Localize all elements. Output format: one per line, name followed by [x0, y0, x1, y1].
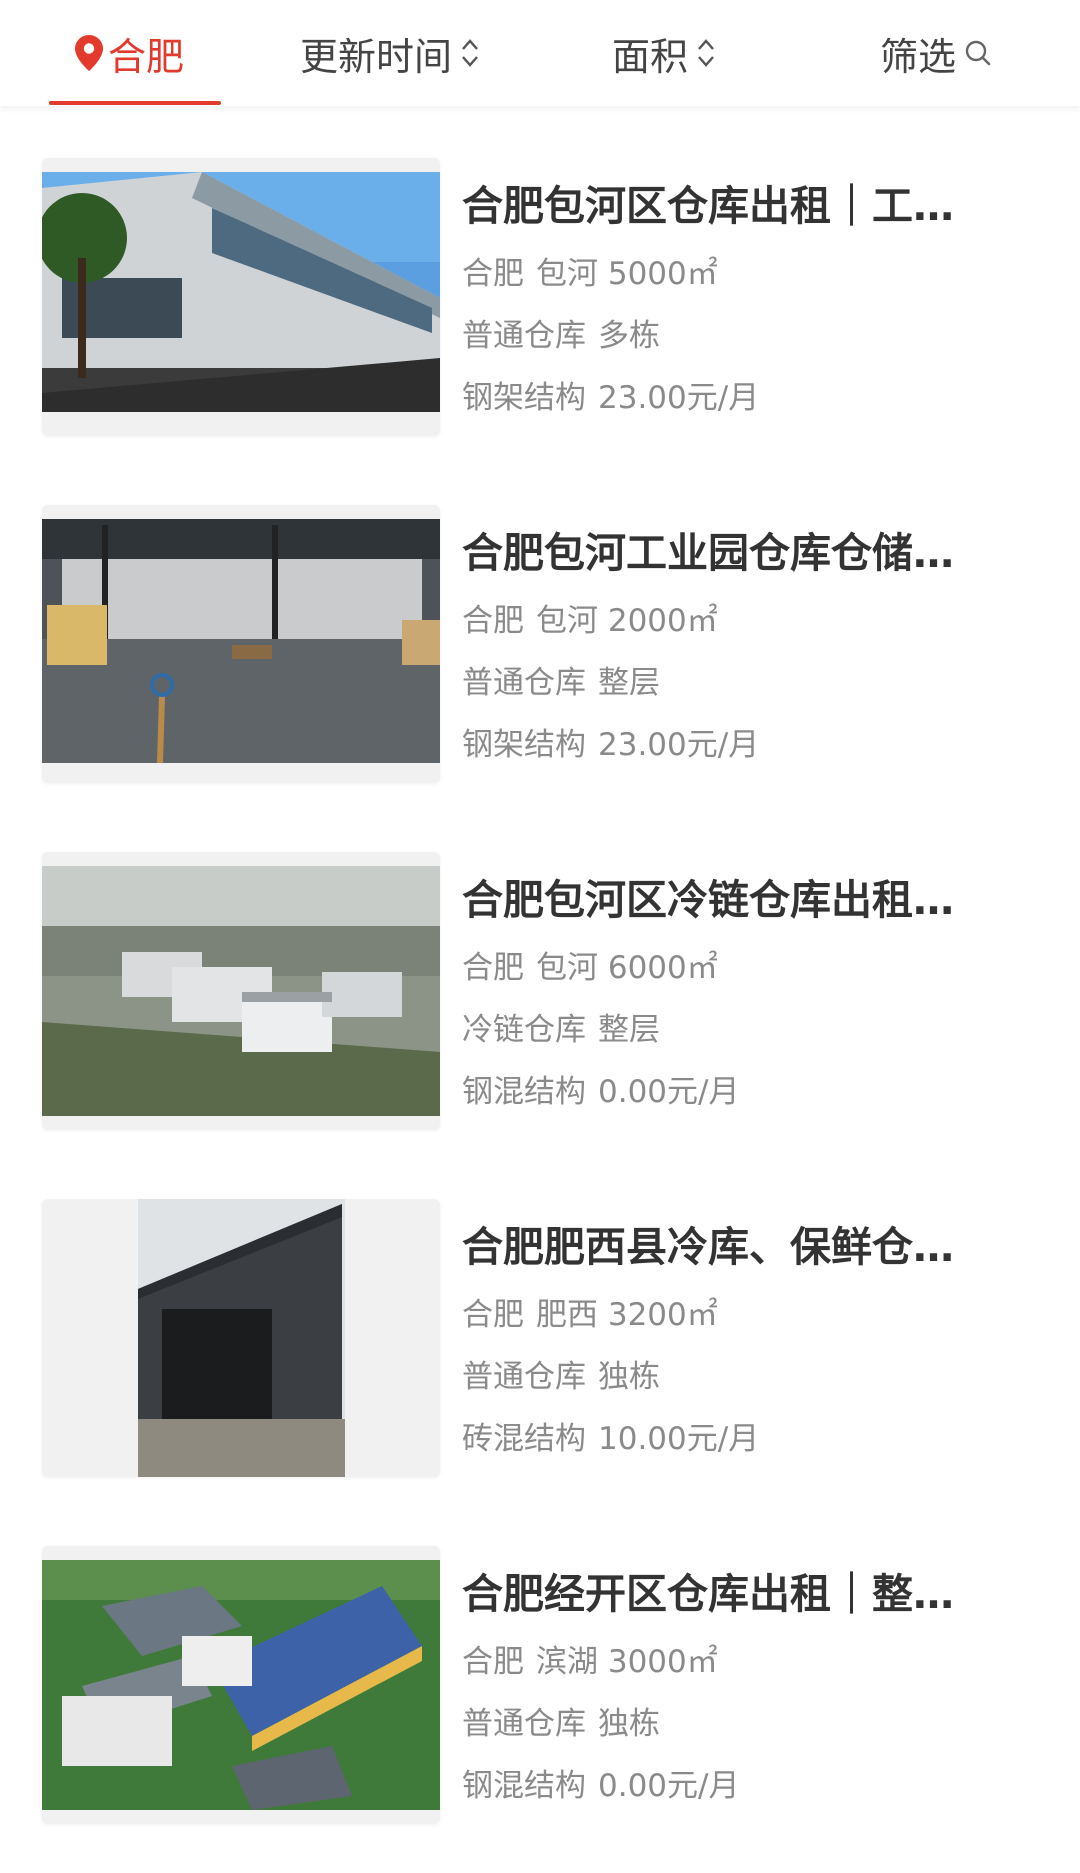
warehouse-type-text: 普通仓库	[462, 1359, 586, 1395]
city-text: 合肥	[462, 603, 524, 639]
active-tab-underline	[49, 101, 221, 105]
listing-title: 合肥肥西县冷库、保鲜仓…	[462, 1223, 954, 1271]
listing-location: 合肥 包河 2000㎡	[462, 601, 1042, 641]
listing-price: 砖混结构 10.00元/月	[462, 1419, 1042, 1459]
area-text: 5000㎡	[607, 256, 718, 292]
listing-title: 合肥包河区冷链仓库出租…	[462, 876, 954, 924]
city-selector-tab[interactable]: 合肥	[74, 0, 184, 106]
area-text: 3000㎡	[607, 1644, 718, 1680]
listing-location: 合肥 肥西 3200㎡	[462, 1295, 1042, 1335]
listing-info: 合肥经开区仓库出租｜整… 合肥 滨湖 3000㎡ 普通仓库 独栋 钢混结构 0.00元…	[462, 1546, 1042, 1806]
listing-card[interactable]: 合肥包河区冷链仓库出租… 合肥 包河 6000㎡ 冷链仓库 整层 钢混结构 0.00元…	[42, 852, 1080, 1130]
listing-type: 普通仓库 整层	[462, 663, 1042, 703]
area-text: 6000㎡	[607, 950, 718, 986]
district-text: 滨湖	[536, 1644, 598, 1680]
city-text: 合肥	[462, 256, 524, 292]
listing-card[interactable]: 合肥肥西县冷库、保鲜仓… 合肥 肥西 3200㎡ 普通仓库 独栋 砖混结构 10.00…	[42, 1199, 1080, 1477]
floor-type-text: 整层	[598, 1012, 660, 1048]
listing-title: 合肥包河工业园仓库仓储…	[462, 529, 954, 577]
district-text: 包河	[536, 603, 598, 639]
listing-type: 冷链仓库 整层	[462, 1010, 1042, 1050]
listing-card[interactable]: 合肥包河工业园仓库仓储… 合肥 包河 2000㎡ 普通仓库 整层 钢架结构 23.00…	[42, 505, 1080, 783]
sort-update-time-tab[interactable]: 更新时间	[300, 0, 480, 106]
listing-info: 合肥包河区仓库出租｜工… 合肥 包河 5000㎡ 普通仓库 多栋 钢架结构 23.00…	[462, 158, 1042, 418]
area-text: 2000㎡	[607, 603, 718, 639]
listing-type: 普通仓库 独栋	[462, 1357, 1042, 1397]
listing-price: 钢架结构 23.00元/月	[462, 378, 1042, 418]
filter-label: 筛选	[880, 34, 957, 79]
listing-photo	[42, 505, 440, 783]
listing-title: 合肥经开区仓库出租｜整…	[462, 1570, 954, 1618]
search-icon	[964, 39, 992, 67]
price-text: 23.00元/月	[598, 727, 760, 763]
warehouse-type-text: 普通仓库	[462, 1706, 586, 1742]
warehouse-type-text: 普通仓库	[462, 665, 586, 701]
price-text: 0.00元/月	[598, 1074, 740, 1110]
listing-type: 普通仓库 独栋	[462, 1704, 1042, 1744]
price-text: 0.00元/月	[598, 1768, 740, 1804]
listing-card[interactable]: 合肥包河区仓库出租｜工… 合肥 包河 5000㎡ 普通仓库 多栋 钢架结构 23.00…	[42, 158, 1080, 436]
city-text: 合肥	[462, 1297, 524, 1333]
price-text: 23.00元/月	[598, 380, 760, 416]
sort-arrows-icon	[460, 36, 480, 70]
filter-bar: 合肥 更新时间 面积 筛选	[0, 0, 1080, 106]
district-text: 包河	[536, 256, 598, 292]
floor-type-text: 独栋	[598, 1359, 660, 1395]
filter-tab[interactable]: 筛选	[880, 0, 992, 106]
listing-photo	[42, 852, 440, 1130]
city-text: 合肥	[462, 1644, 524, 1680]
listing-location: 合肥 滨湖 3000㎡	[462, 1642, 1042, 1682]
listing-info: 合肥包河工业园仓库仓储… 合肥 包河 2000㎡ 普通仓库 整层 钢架结构 23.00…	[462, 505, 1042, 765]
structure-text: 钢架结构	[462, 380, 586, 416]
listing-location: 合肥 包河 6000㎡	[462, 948, 1042, 988]
structure-text: 钢架结构	[462, 727, 586, 763]
update-time-label: 更新时间	[300, 34, 453, 79]
location-pin-icon	[74, 34, 104, 72]
price-text: 10.00元/月	[598, 1421, 760, 1457]
district-text: 包河	[536, 950, 598, 986]
listing-location: 合肥 包河 5000㎡	[462, 254, 1042, 294]
listing-photo	[42, 1546, 440, 1824]
city-label: 合肥	[108, 34, 185, 79]
floor-type-text: 整层	[598, 665, 660, 701]
listing-type: 普通仓库 多栋	[462, 316, 1042, 356]
listing-price: 钢架结构 23.00元/月	[462, 725, 1042, 765]
structure-text: 砖混结构	[462, 1421, 586, 1457]
area-text: 3200㎡	[607, 1297, 718, 1333]
listing-card[interactable]: 合肥经开区仓库出租｜整… 合肥 滨湖 3000㎡ 普通仓库 独栋 钢混结构 0.00元…	[42, 1546, 1080, 1824]
listing-price: 钢混结构 0.00元/月	[462, 1072, 1042, 1112]
area-label: 面积	[612, 34, 689, 79]
warehouse-type-text: 冷链仓库	[462, 1012, 586, 1048]
listing-info: 合肥肥西县冷库、保鲜仓… 合肥 肥西 3200㎡ 普通仓库 独栋 砖混结构 10.00…	[462, 1199, 1042, 1459]
listing-photo	[42, 1199, 440, 1477]
listing-price: 钢混结构 0.00元/月	[462, 1766, 1042, 1806]
listing-title: 合肥包河区仓库出租｜工…	[462, 182, 954, 230]
warehouse-type-text: 普通仓库	[462, 318, 586, 354]
structure-text: 钢混结构	[462, 1768, 586, 1804]
district-text: 肥西	[536, 1297, 598, 1333]
floor-type-text: 多栋	[598, 318, 660, 354]
listing-photo	[42, 158, 440, 436]
floor-type-text: 独栋	[598, 1706, 660, 1742]
structure-text: 钢混结构	[462, 1074, 586, 1110]
sort-area-tab[interactable]: 面积	[612, 0, 716, 106]
sort-arrows-icon	[696, 36, 716, 70]
city-text: 合肥	[462, 950, 524, 986]
listing-info: 合肥包河区冷链仓库出租… 合肥 包河 6000㎡ 冷链仓库 整层 钢混结构 0.00元…	[462, 852, 1042, 1112]
